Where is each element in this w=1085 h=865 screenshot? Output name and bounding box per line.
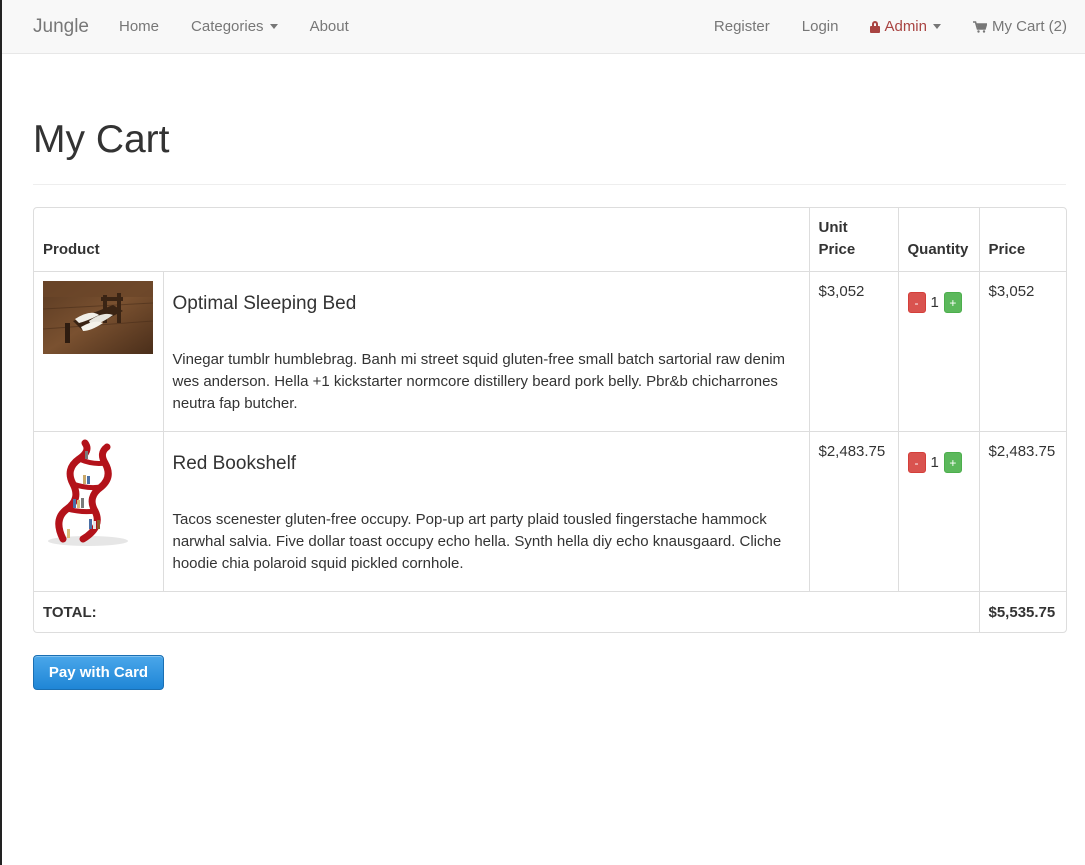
quantity-stepper: - 1 + [907,281,970,313]
product-description: Vinegar tumblr humblebrag. Banh mi stree… [172,351,786,412]
table-header-row: Product Unit Price Quantity Price [34,208,1066,272]
brand-link[interactable]: Jungle [33,16,89,38]
cart-table: Product Unit Price Quantity Price Optima… [34,208,1066,632]
product-image-bookshelf [43,439,133,549]
table-row: Optimal Sleeping Bed Vinegar tumblr humb… [34,271,1066,432]
quantity-stepper: - 1 + [907,441,970,473]
product-info-cell: Red Bookshelf Tacos scenester gluten-fre… [163,431,810,592]
window-edge [0,0,2,865]
nav-admin-label: Admin [884,18,927,35]
quantity-cell: - 1 + [898,271,980,432]
nav-admin-dropdown[interactable]: Admin [854,18,957,35]
total-label: TOTAL: [34,591,980,632]
line-price: $3,052 [979,271,1066,432]
header-price: Price [979,208,1066,272]
unit-price: $2,483.75 [809,431,899,592]
unit-price: $3,052 [809,271,899,432]
product-info-cell: Optimal Sleeping Bed Vinegar tumblr humb… [163,271,810,432]
title-divider [33,184,1066,185]
nav-home[interactable]: Home [103,18,175,35]
cart-table-panel: Product Unit Price Quantity Price Optima… [33,207,1067,633]
cart-icon [973,20,987,33]
product-image-cell [34,271,164,432]
pay-with-card-button[interactable]: Pay with Card [33,655,164,690]
product-image-cell [34,431,164,592]
nav-categories-label: Categories [191,18,264,35]
page-title: My Cart [33,118,170,161]
nav-cart-label: My Cart (2) [992,18,1067,35]
increase-quantity-button[interactable]: + [943,452,962,473]
nav-login[interactable]: Login [786,18,855,35]
quantity-value: 1 [930,294,939,311]
quantity-cell: - 1 + [898,431,980,592]
nav-my-cart[interactable]: My Cart (2) [957,18,1083,35]
table-row: Red Bookshelf Tacos scenester gluten-fre… [34,431,1066,592]
lock-icon [870,20,881,33]
nav-categories-dropdown[interactable]: Categories [175,18,294,35]
nav-right: Register Login Admin My Cart (2) [698,18,1085,35]
header-quantity: Quantity [898,208,980,272]
product-name: Optimal Sleeping Bed [172,293,357,314]
chevron-down-icon [269,24,278,29]
product-image-bed [43,281,153,354]
quantity-value: 1 [930,454,939,471]
total-row: TOTAL: $5,535.75 [34,591,1066,632]
increase-quantity-button[interactable]: + [943,292,962,313]
product-description: Tacos scenester gluten-free occupy. Pop-… [172,511,782,572]
nav-register[interactable]: Register [698,18,786,35]
product-name: Red Bookshelf [172,453,297,474]
nav-about[interactable]: About [294,18,365,35]
total-value: $5,535.75 [988,604,1056,621]
decrease-quantity-button[interactable]: - [907,452,926,473]
nav-left: Home Categories About [103,18,365,35]
navbar: Jungle Home Categories About Register Lo… [2,0,1085,54]
header-unit-price: Unit Price [809,208,899,272]
decrease-quantity-button[interactable]: - [907,292,926,313]
line-price: $2,483.75 [979,431,1066,592]
header-product: Product [34,208,810,272]
chevron-down-icon [933,24,941,29]
